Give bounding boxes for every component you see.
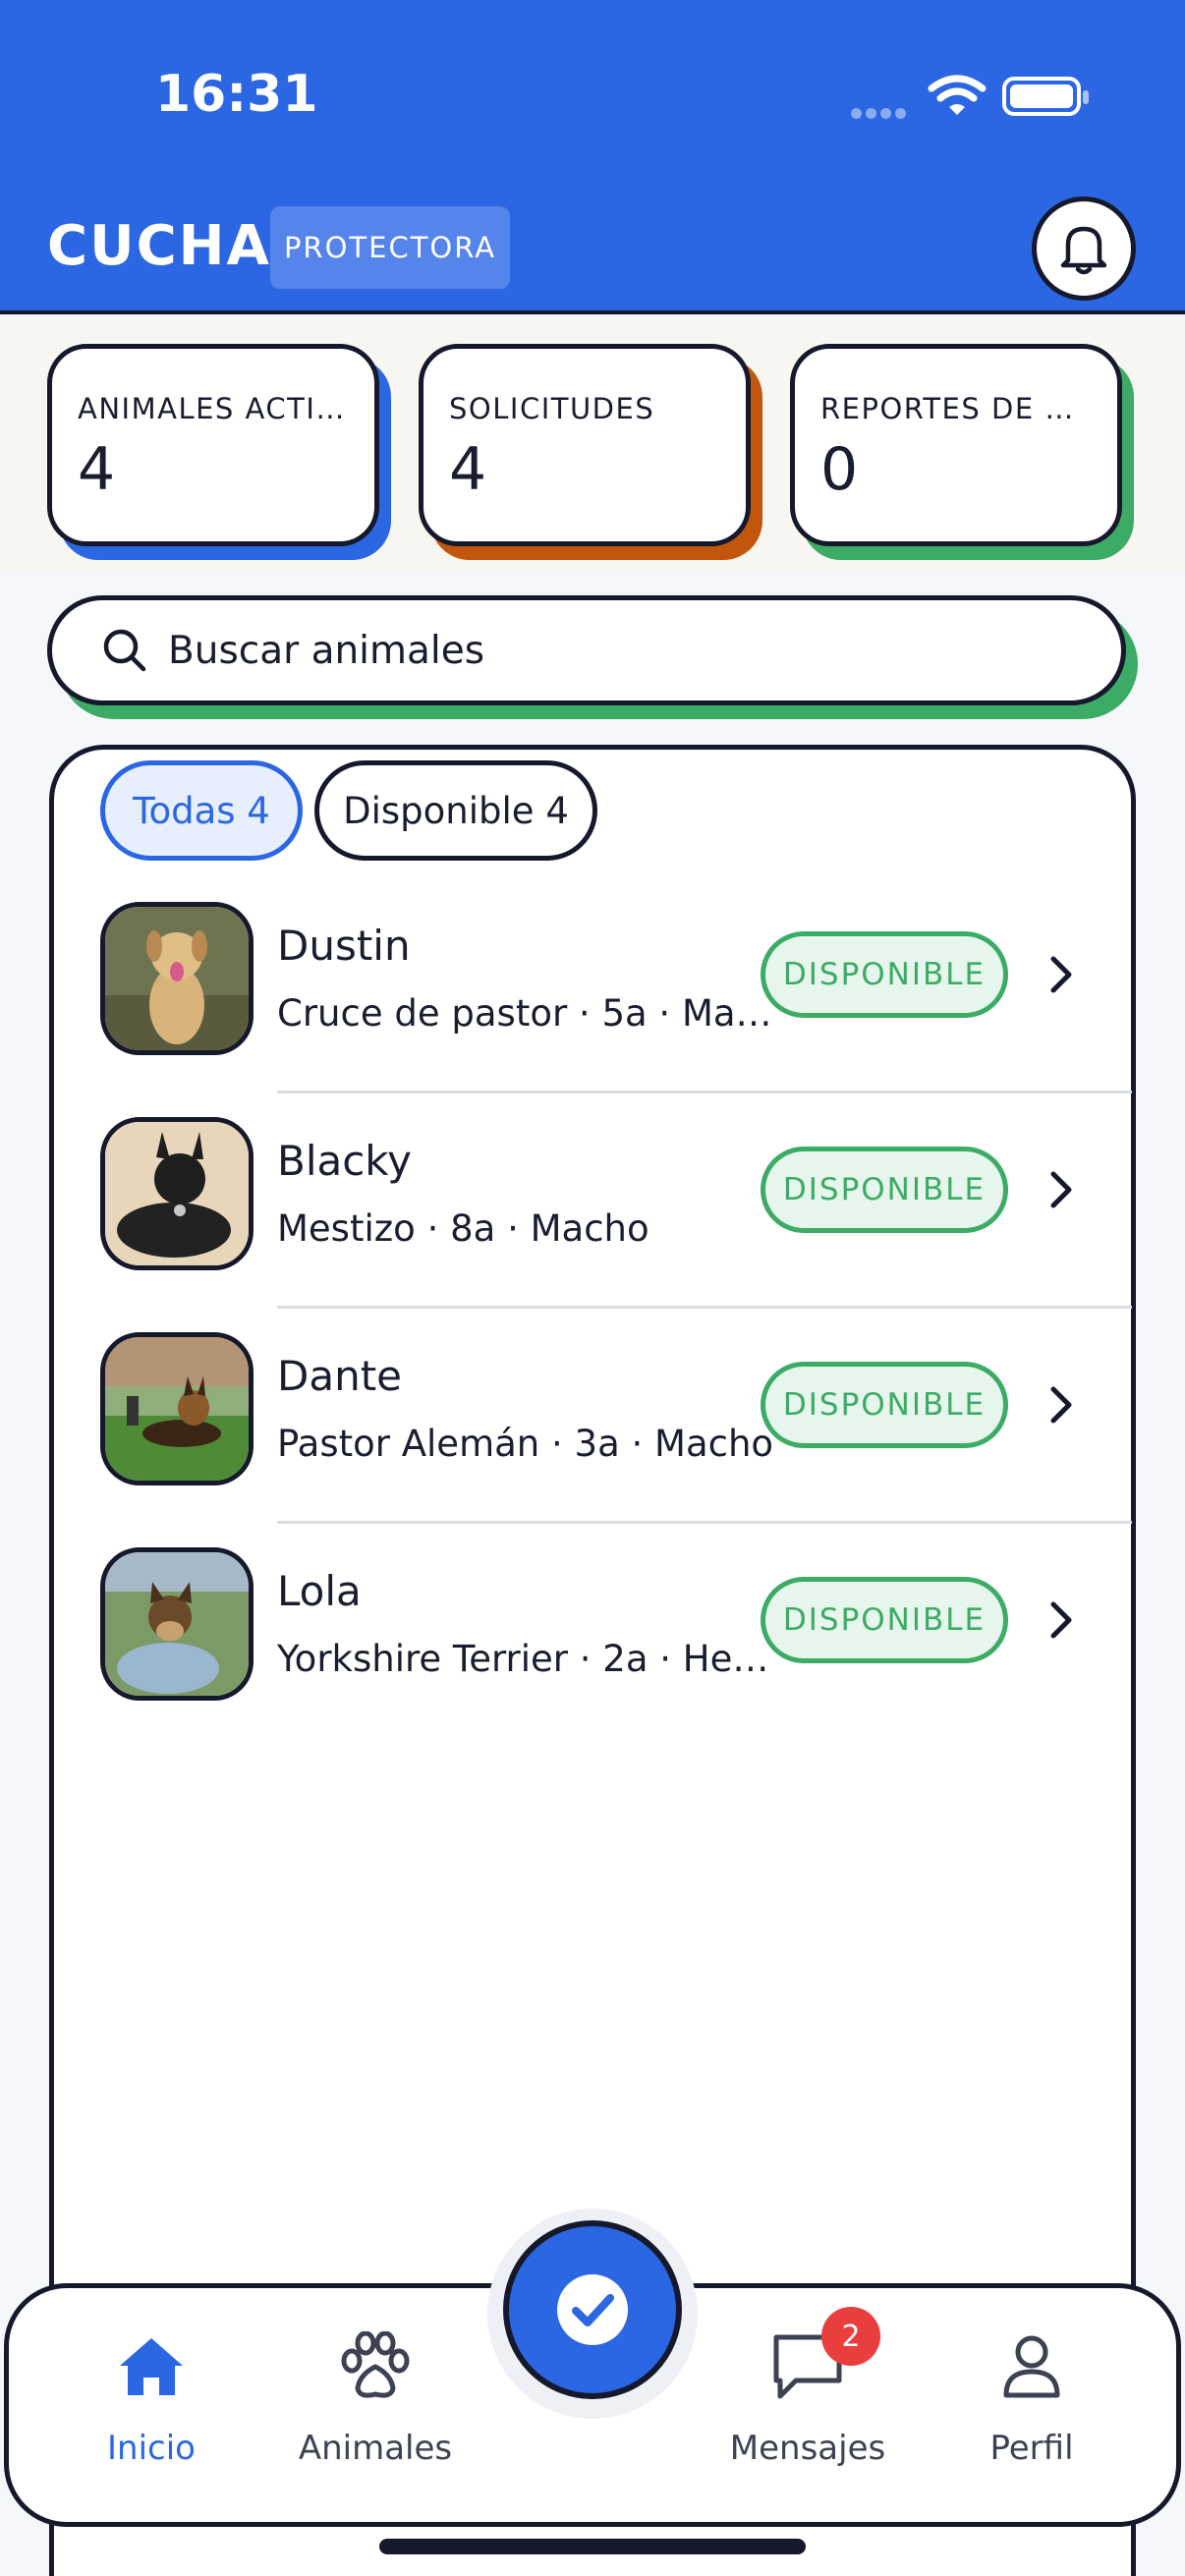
animal-meta: Cruce de pastor · 5a · Macho <box>277 992 788 1035</box>
animal-photo <box>100 1547 254 1701</box>
animal-name: Dustin <box>277 922 411 970</box>
filter-chip-all[interactable]: Todas 4 <box>100 760 303 861</box>
status-badge: DISPONIBLE <box>761 1147 1008 1233</box>
nav-item-animales[interactable]: Animales <box>277 2323 474 2480</box>
nav-item-perfil[interactable]: Perfil <box>933 2323 1130 2480</box>
home-indicator <box>379 2539 806 2554</box>
stat-card-animals[interactable]: ANIMALES ACTIVOS 4 <box>47 344 391 560</box>
animal-photo <box>100 1332 254 1485</box>
row-divider <box>277 1306 1132 1309</box>
animal-name: Blacky <box>277 1137 412 1185</box>
notifications-button[interactable] <box>1032 196 1136 301</box>
nav-label: Inicio <box>107 2429 196 2468</box>
user-icon <box>1003 2335 1060 2398</box>
animal-name: Dante <box>277 1352 403 1400</box>
stat-label: REPORTES DE CASOS <box>820 392 1090 425</box>
nav-label: Mensajes <box>729 2429 886 2468</box>
battery-icon <box>1002 77 1089 116</box>
chevron-right-icon <box>1050 956 1072 993</box>
animal-meta: Mestizo · 8a · Macho <box>277 1207 649 1250</box>
nav-label: Perfil <box>989 2429 1074 2468</box>
animal-meta: Yorkshire Terrier · 2a · Hembra <box>277 1638 788 1680</box>
chevron-right-icon <box>1050 1171 1072 1208</box>
chevron-right-icon <box>1050 1386 1072 1424</box>
animal-row[interactable]: Blacky Mestizo · 8a · Macho DISPONIBLE <box>51 1117 1132 1331</box>
search-icon <box>103 629 146 672</box>
search-input[interactable] <box>168 628 1052 673</box>
paw-icon <box>341 2331 410 2398</box>
role-badge: PROTECTORA <box>270 206 510 289</box>
stat-value: 4 <box>78 435 116 504</box>
animal-meta: Pastor Alemán · 3a · Macho <box>277 1423 774 1465</box>
unread-count-badge: 2 <box>821 2307 880 2366</box>
stat-card-body: ANIMALES ACTIVOS 4 <box>47 344 379 546</box>
home-icon <box>120 2338 183 2395</box>
nav-item-inicio[interactable]: Inicio <box>53 2323 250 2480</box>
row-divider <box>277 1091 1132 1093</box>
stat-value: 4 <box>449 435 487 504</box>
animal-name: Lola <box>277 1567 362 1615</box>
status-time: 16:31 <box>155 65 318 124</box>
animal-photo <box>100 1117 254 1270</box>
cellular-icon <box>851 104 910 123</box>
animal-photo <box>100 902 254 1055</box>
stat-card-body: REPORTES DE CASOS 0 <box>790 344 1122 546</box>
animal-row[interactable]: Lola Yorkshire Terrier · 2a · Hembra DIS… <box>51 1547 1132 1762</box>
status-indicators <box>845 71 1089 123</box>
chevron-right-icon <box>1050 1601 1072 1639</box>
stat-label: ANIMALES ACTIVOS <box>78 392 347 425</box>
quick-action-button[interactable] <box>503 2220 682 2399</box>
animal-row[interactable]: Dante Pastor Alemán · 3a · Macho DISPONI… <box>51 1332 1132 1546</box>
search-bar[interactable] <box>47 595 1126 705</box>
stat-card-body: SOLICITUDES 4 <box>419 344 751 546</box>
nav-label: Animales <box>298 2429 453 2468</box>
stat-value: 0 <box>820 435 859 504</box>
check-circle-icon <box>557 2274 628 2345</box>
status-badge: DISPONIBLE <box>761 931 1008 1018</box>
status-badge: DISPONIBLE <box>761 1577 1008 1663</box>
bell-icon <box>1060 226 1107 275</box>
filter-chip-available[interactable]: Disponible 4 <box>314 760 597 861</box>
stat-card-requests[interactable]: SOLICITUDES 4 <box>419 344 762 560</box>
stat-label: SOLICITUDES <box>449 392 655 425</box>
row-divider <box>277 1521 1132 1524</box>
wifi-icon <box>928 75 987 115</box>
animal-row[interactable]: Dustin Cruce de pastor · 5a · Macho DISP… <box>51 902 1132 1116</box>
brand-logo: CUCHA <box>47 214 271 278</box>
stat-card-reports[interactable]: REPORTES DE CASOS 0 <box>790 344 1134 560</box>
status-badge: DISPONIBLE <box>761 1362 1008 1448</box>
